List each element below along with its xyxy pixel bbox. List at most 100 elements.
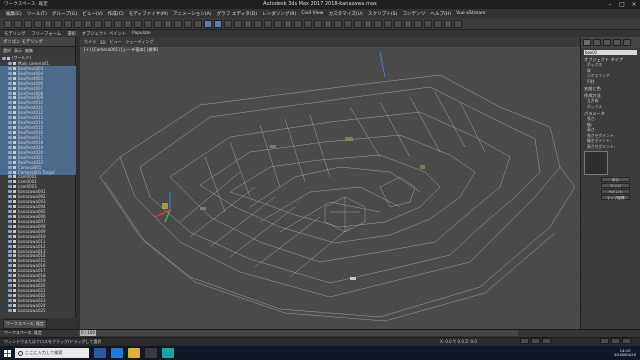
menu-item[interactable]: カスタマイズ(U) [328,11,362,17]
rollout-button[interactable]: 中心 [601,177,630,182]
toolbar-button[interactable] [354,19,362,28]
visibility-icon[interactable] [8,175,12,179]
visibility-icon[interactable] [8,135,12,139]
menu-item[interactable]: コンテンツ [402,11,425,17]
rollout-option[interactable]: ジオスフィア [587,73,634,79]
visibility-icon[interactable] [8,308,12,312]
visibility-icon[interactable] [8,259,12,263]
visibility-icon[interactable] [8,264,12,268]
task-view-icon[interactable] [94,348,106,358]
menu-item[interactable]: レンダリング(R) [262,11,296,17]
viewport-label[interactable]: [+] [Camera001] [シーデ基本] [標準] [80,47,580,53]
menu-item[interactable]: ツール(T) [27,11,47,17]
toolbar-button[interactable] [214,19,222,28]
rollout-option[interactable]: ボックス [587,104,634,110]
visibility-icon[interactable] [8,150,12,154]
toolbar-button[interactable] [404,19,412,28]
visibility-icon[interactable] [8,298,12,302]
visibility-icon[interactable] [8,101,12,105]
edge-icon[interactable] [111,348,123,358]
3dsmax-icon[interactable] [162,348,174,358]
toolbar-button[interactable] [184,19,192,28]
visibility-icon[interactable] [8,205,12,209]
ribbon-tab[interactable]: 選択 [67,31,76,37]
visibility-icon[interactable] [8,160,12,164]
store-icon[interactable] [145,348,157,358]
visibility-icon[interactable] [8,86,12,90]
color-swatch[interactable] [584,151,608,175]
visibility-icon[interactable] [8,76,12,80]
toolbar-button[interactable] [454,19,462,28]
toolbar-button[interactable] [64,19,72,28]
next-frame-button[interactable] [542,338,551,344]
visibility-icon[interactable] [8,61,12,65]
visibility-icon[interactable] [8,131,12,135]
visibility-icon[interactable] [8,214,12,218]
rollout-option[interactable]: 幅セグメント: [587,138,634,144]
modify-tab-icon[interactable] [593,39,601,46]
ribbon-tab[interactable]: モデリング [4,31,25,37]
rollout-title[interactable]: 名前と色 [584,86,637,91]
menu-item[interactable]: スクリプト(S) [368,11,397,17]
explorer-icon[interactable] [128,348,140,358]
stop-button[interactable] [531,338,540,344]
toolbar-button[interactable] [384,19,392,28]
viewport[interactable] [80,47,580,330]
toolbar-button[interactable] [284,19,292,28]
time-slider-track[interactable] [78,330,518,336]
visibility-icon[interactable] [8,106,12,110]
ribbon-tab[interactable]: フリーフォーム [31,31,61,37]
visibility-icon[interactable] [8,185,12,189]
start-button[interactable] [0,346,14,360]
taskbar-search[interactable]: ここに入力して検索 [15,348,89,358]
toolbar-button[interactable] [224,19,232,28]
visibility-icon[interactable] [8,269,12,273]
rollout-option[interactable]: 高さセグメント: [587,144,634,150]
visibility-icon[interactable] [8,254,12,258]
visibility-icon[interactable] [8,126,12,130]
toolbar-button[interactable] [164,19,172,28]
toolbar-button[interactable] [174,19,182,28]
visibility-icon[interactable] [8,234,12,238]
toolbar-button[interactable] [4,19,12,28]
toolbar-button[interactable] [444,19,452,28]
workspace-dropdown[interactable]: ワークスペース: 既定 [3,318,48,329]
toolbar-button[interactable] [414,19,422,28]
toolbar-button[interactable] [194,19,202,28]
visibility-icon[interactable] [8,284,12,288]
toolbar-button[interactable] [434,19,442,28]
visibility-icon[interactable] [8,229,12,233]
toolbar-button[interactable] [114,19,122,28]
clock[interactable]: 14:10 2018/04/20 [614,348,636,358]
visibility-icon[interactable] [8,165,12,169]
scene-explorer-title[interactable]: ポリゴン モデリング [3,39,43,45]
visibility-icon[interactable] [8,279,12,283]
create-tab-icon[interactable] [583,39,591,46]
toolbar-button[interactable] [154,19,162,28]
toolbar-button[interactable] [104,19,112,28]
ribbon-tab[interactable]: Populate [132,31,151,36]
visibility-icon[interactable] [8,210,12,214]
rollout-button[interactable]: マップ座標 [601,195,630,200]
menu-item[interactable]: ビュー(V) [82,11,103,17]
viewport-menu-item[interactable]: カメラ [84,39,96,45]
rollout-option[interactable]: ボックス [587,62,634,68]
visibility-icon[interactable] [8,219,12,223]
toolbar-button[interactable] [424,19,432,28]
visibility-icon[interactable] [8,224,12,228]
workspace-status[interactable]: ワークスペース: 既定 [4,330,42,336]
toolbar-button[interactable] [394,19,402,28]
toolbar-button[interactable] [44,19,52,28]
visibility-icon[interactable] [8,195,12,199]
menu-item[interactable]: グラフ エディタ(D) [217,11,257,17]
visibility-icon[interactable] [8,239,12,243]
motion-tab-icon[interactable] [613,39,621,46]
visibility-icon[interactable] [8,140,12,144]
zoom-button[interactable] [600,338,609,344]
menu-item[interactable]: アニメーション(A) [173,11,212,17]
toolbar-button[interactable] [324,19,332,28]
visibility-icon[interactable] [8,293,12,297]
object-name-field[interactable]: box01 [584,50,637,55]
toolbar-button[interactable] [134,19,142,28]
menu-item[interactable]: 編集(E) [6,11,22,17]
